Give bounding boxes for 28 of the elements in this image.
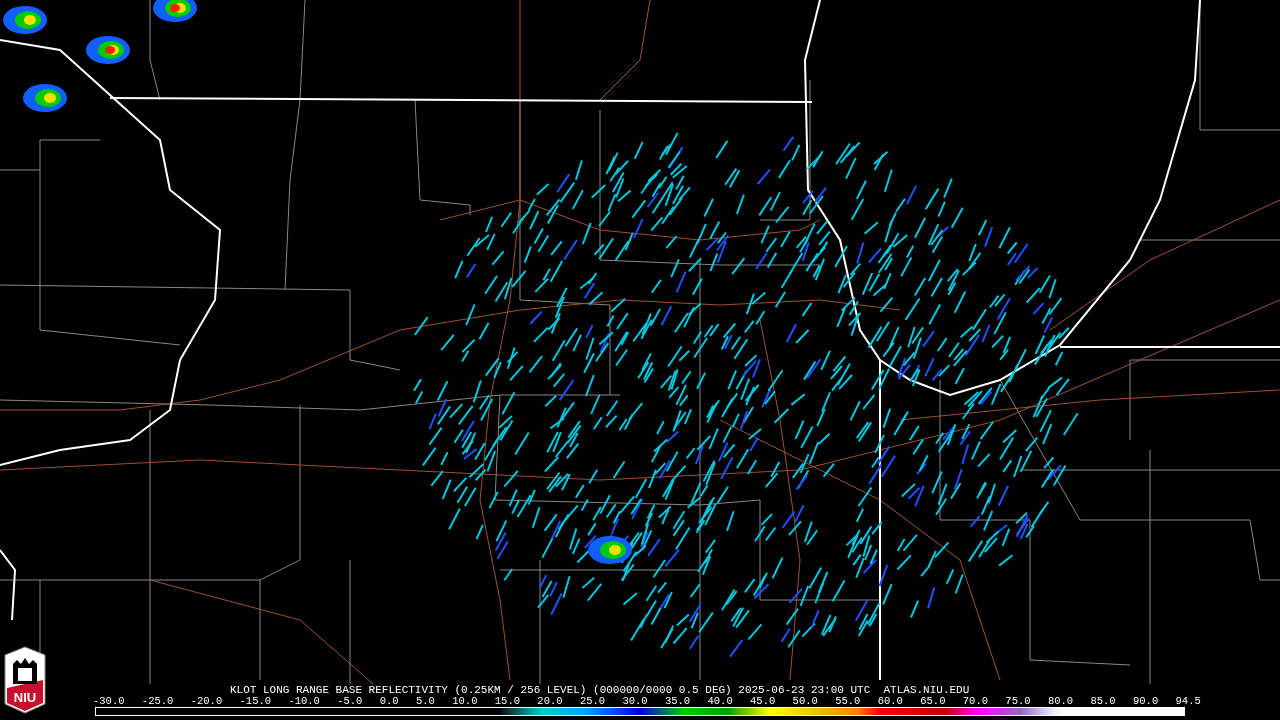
scale-tick-label: -20.0 bbox=[190, 696, 223, 707]
scale-tick-label: 30.0 bbox=[622, 696, 648, 707]
scale-tick-label: 0.0 bbox=[379, 696, 399, 707]
scale-tick-label: -15.0 bbox=[239, 696, 272, 707]
scale-tick-label: 25.0 bbox=[579, 696, 606, 707]
scale-tick-label: 94.5 bbox=[1175, 696, 1201, 707]
scale-tick-label: 5.0 bbox=[416, 696, 435, 707]
scale-tick-label: 90.0 bbox=[1133, 696, 1159, 707]
university-logo: NIU bbox=[3, 646, 47, 714]
scale-tick-label: 15.0 bbox=[494, 696, 520, 707]
scale-tick-label: 35.0 bbox=[664, 696, 691, 707]
scale-tick-label: 80.0 bbox=[1047, 696, 1074, 707]
scale-tick-label: -30.0 bbox=[93, 696, 125, 707]
scale-tick-label: -5.0 bbox=[337, 696, 363, 707]
scale-tick-label: 40.0 bbox=[707, 696, 733, 707]
scale-tick-label: 50.0 bbox=[792, 696, 818, 707]
scale-tick-label: 75.0 bbox=[1005, 696, 1031, 707]
scale-tick-label: -10.0 bbox=[288, 696, 320, 707]
scale-tick-label: 85.0 bbox=[1090, 696, 1116, 707]
scale-tick-label: 20.0 bbox=[537, 696, 563, 707]
legend-title: KLOT LONG RANGE BASE REFLECTIVITY (0.25KM / 256 LEVEL) (000000/0000 0.5 DEG) 2025-06-23 23:00 UTC ATLAS.NIU.EDU bbox=[230, 684, 971, 696]
scale-tick-label: 60.0 bbox=[877, 696, 903, 707]
scale-tick-label: 10.0 bbox=[452, 696, 478, 707]
scale-tick-label: 70.0 bbox=[962, 696, 988, 707]
scale-tick-label: 65.0 bbox=[920, 696, 946, 707]
scale-tick-label: 55.0 bbox=[835, 696, 861, 707]
scale-tick-label: 45.0 bbox=[750, 696, 776, 707]
scale-tick-label: -25.0 bbox=[141, 696, 174, 707]
